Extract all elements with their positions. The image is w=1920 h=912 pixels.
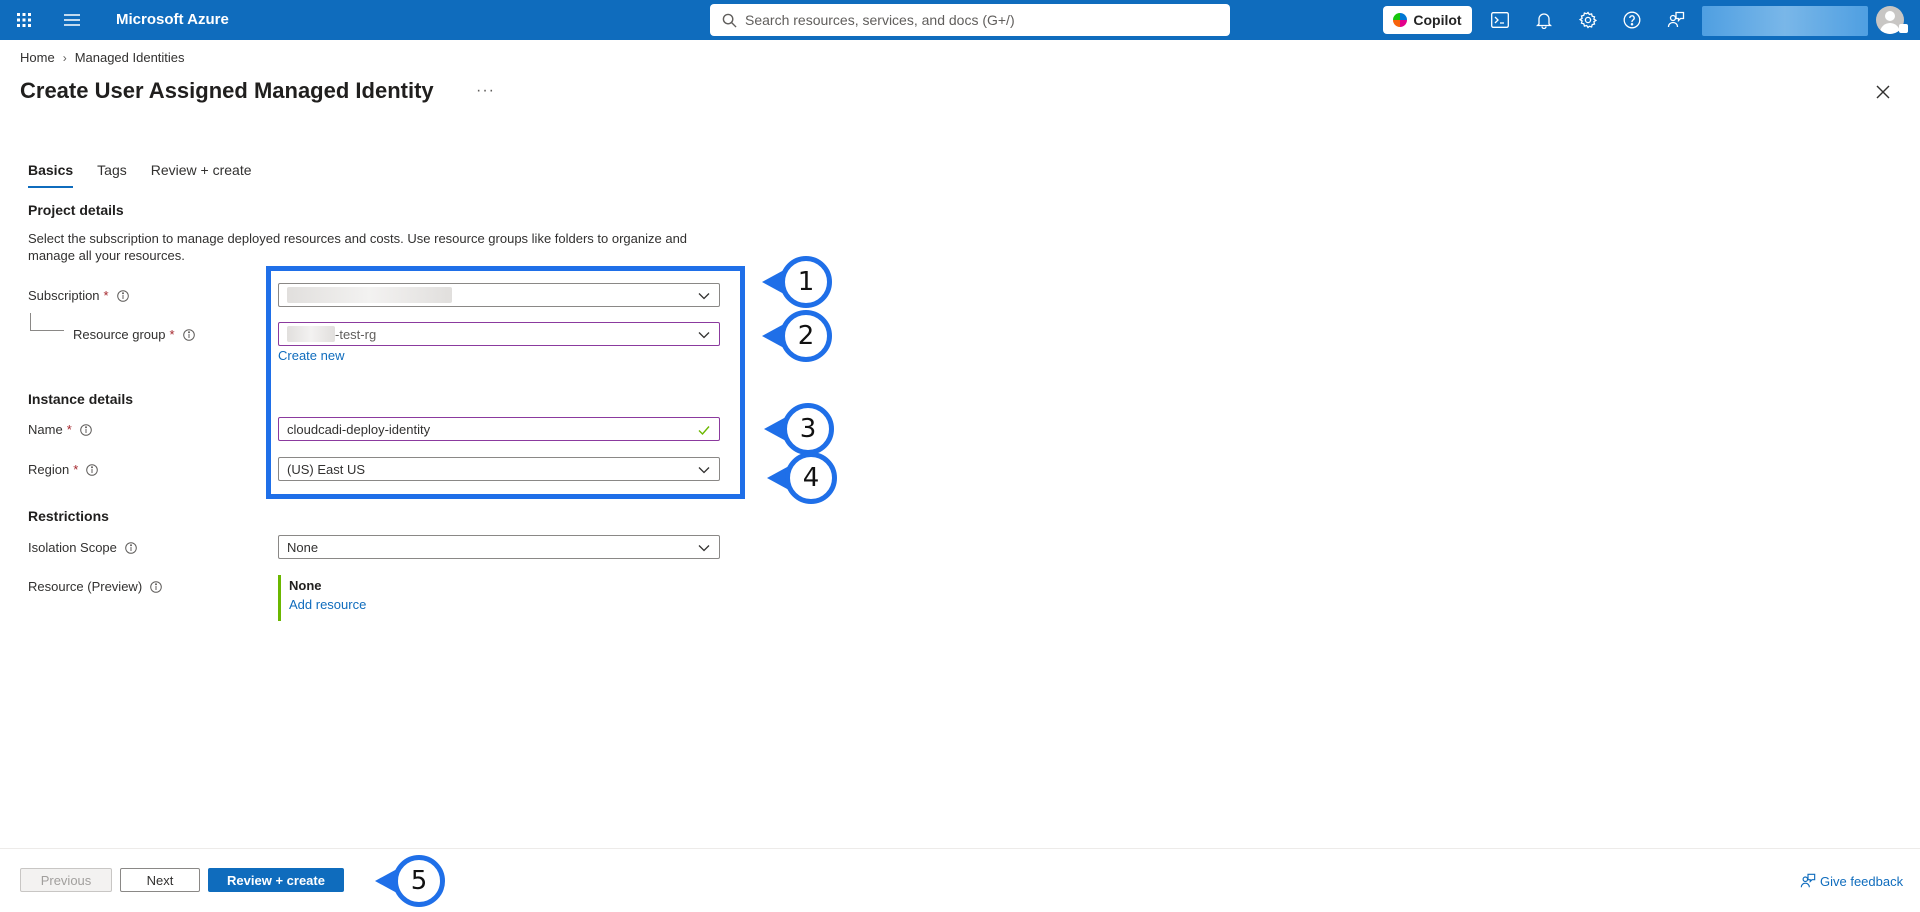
required-asterisk: * [73, 462, 79, 477]
required-asterisk: * [103, 288, 109, 303]
project-details-description: Select the subscription to manage deploy… [28, 231, 688, 263]
info-icon[interactable] [150, 580, 162, 593]
callout-number: 5 [393, 855, 445, 907]
region-label-text: Region [28, 462, 70, 477]
account-name-redacted[interactable] [1702, 6, 1868, 36]
info-icon[interactable] [125, 541, 137, 554]
isolation-scope-value: None [287, 539, 319, 555]
waffle-icon[interactable] [12, 8, 36, 32]
terminal-icon[interactable] [1488, 8, 1512, 32]
search-input[interactable]: Search resources, services, and docs (G+… [710, 4, 1230, 36]
callout-number: 1 [780, 256, 832, 308]
name-label: Name * [28, 422, 92, 437]
breadcrumb-home[interactable]: Home [20, 50, 55, 65]
tree-connector [30, 313, 64, 331]
resource-preview-value: None [289, 578, 322, 593]
tab-tags[interactable]: Tags [97, 162, 127, 188]
hamburger-icon[interactable] [60, 8, 84, 32]
resource-preview-box: None Add resource [278, 575, 366, 621]
lock-icon [1899, 24, 1908, 33]
subscription-label-text: Subscription [28, 288, 100, 303]
give-feedback-label: Give feedback [1820, 873, 1904, 889]
annotation-highlight-box [266, 266, 745, 499]
brand-title[interactable]: Microsoft Azure [116, 11, 229, 28]
resource-group-label: Resource group * [73, 327, 195, 342]
tab-review-create[interactable]: Review + create [151, 162, 252, 188]
next-button[interactable]: Next [120, 868, 200, 892]
isolation-scope-label-text: Isolation Scope [28, 540, 117, 555]
copilot-button[interactable]: Copilot [1383, 6, 1472, 34]
previous-button[interactable]: Previous [20, 868, 112, 892]
callout-3: 3 [764, 403, 834, 455]
feedback-icon [1800, 873, 1816, 888]
bell-icon[interactable] [1532, 8, 1556, 32]
callout-number: 4 [785, 452, 837, 504]
give-feedback-link[interactable]: Give feedback [1800, 873, 1903, 889]
close-icon[interactable] [1873, 82, 1893, 102]
chevron-right-icon: › [62, 50, 67, 65]
restrictions-title: Restrictions [28, 508, 109, 524]
info-icon[interactable] [86, 463, 99, 476]
callout-2: 2 [762, 310, 832, 362]
gear-icon[interactable] [1576, 8, 1600, 32]
required-asterisk: * [169, 327, 175, 342]
more-options-icon[interactable]: ··· [476, 82, 495, 100]
top-bar: Microsoft Azure Search resources, servic… [0, 0, 1920, 40]
search-icon [722, 13, 737, 28]
instance-details-title: Instance details [28, 391, 134, 407]
chevron-down-icon [697, 541, 711, 555]
info-icon[interactable] [182, 328, 195, 341]
info-icon[interactable] [116, 289, 129, 302]
callout-5: 5 [375, 855, 445, 907]
help-icon[interactable] [1620, 8, 1644, 32]
callout-number: 3 [782, 403, 834, 455]
callout-1: 1 [762, 256, 832, 308]
project-details-title: Project details [28, 202, 124, 218]
callout-4: 4 [767, 452, 837, 504]
page-title: Create User Assigned Managed Identity [20, 78, 434, 103]
resource-preview-label-text: Resource (Preview) [28, 579, 143, 594]
copilot-label: Copilot [1413, 12, 1462, 28]
isolation-scope-dropdown[interactable]: None [278, 535, 720, 559]
resource-group-label-text: Resource group [73, 327, 166, 342]
review-create-button[interactable]: Review + create [208, 868, 344, 892]
name-label-text: Name [28, 422, 63, 437]
required-asterisk: * [66, 422, 72, 437]
callout-number: 2 [780, 310, 832, 362]
tab-basics[interactable]: Basics [28, 162, 74, 188]
subscription-label: Subscription * [28, 288, 129, 303]
info-icon[interactable] [79, 423, 92, 436]
breadcrumb: Home › Managed Identities [20, 50, 185, 65]
add-resource-link[interactable]: Add resource [289, 597, 366, 612]
breadcrumb-managed-identities[interactable]: Managed Identities [75, 50, 185, 65]
copilot-logo-icon [1393, 13, 1408, 27]
search-placeholder: Search resources, services, and docs (G+… [745, 12, 1015, 28]
isolation-scope-label: Isolation Scope [28, 540, 137, 555]
tab-bar: Basics Tags Review + create [28, 162, 276, 188]
region-label: Region * [28, 462, 99, 477]
feedback-icon[interactable] [1664, 8, 1688, 32]
resource-preview-label: Resource (Preview) [28, 579, 162, 594]
